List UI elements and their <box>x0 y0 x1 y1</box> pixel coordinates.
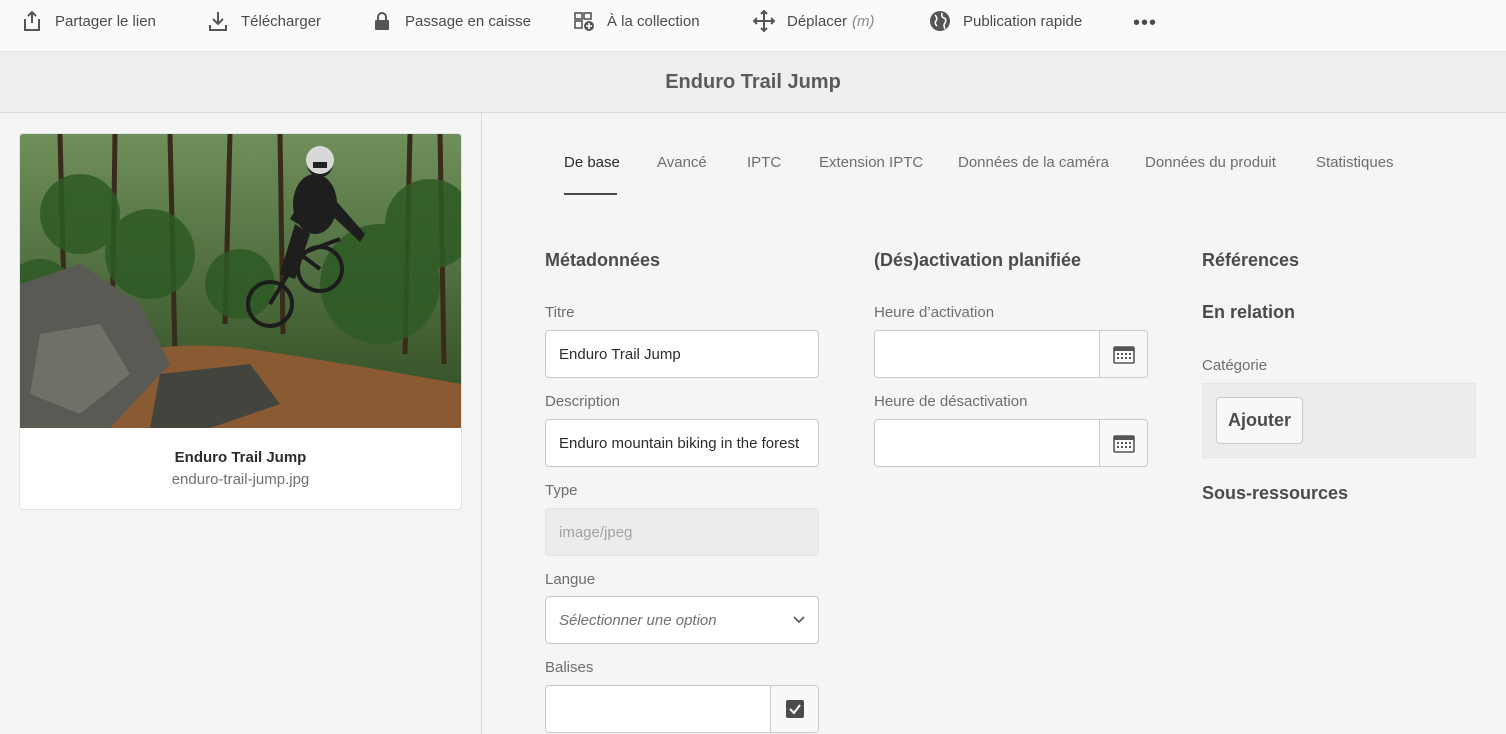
share-link-button[interactable]: Partager le lien <box>21 0 156 42</box>
more-actions-button[interactable]: ••• <box>1133 12 1157 35</box>
references-heading: Références <box>1202 250 1300 270</box>
add-to-collection-label: À la collection <box>607 12 700 30</box>
tags-field[interactable] <box>545 685 819 733</box>
language-select-placeholder: Sélectionner une option <box>559 611 717 629</box>
globe-icon <box>930 11 950 31</box>
move-label: Déplacer <box>787 12 848 30</box>
tags-input[interactable] <box>546 686 770 732</box>
language-label: Langue <box>545 571 596 588</box>
action-toolbar: Partager le lien Télécharger Passage en … <box>0 0 1506 52</box>
checkout-label: Passage en caisse <box>405 12 531 30</box>
download-icon <box>209 12 227 31</box>
move-shortcut: (m) <box>852 12 875 30</box>
add-category-button[interactable]: Ajouter <box>1216 397 1303 444</box>
share-link-label: Partager le lien <box>55 12 156 30</box>
description-field-value: Enduro mountain biking in the forest <box>559 434 800 452</box>
description-field[interactable]: Enduro mountain biking in the forest <box>545 419 819 467</box>
add-to-collection-icon <box>574 12 594 31</box>
on-time-input[interactable] <box>875 331 1099 377</box>
off-time-calendar-button[interactable] <box>1099 420 1147 466</box>
asset-card-filename: enduro-trail-jump.jpg <box>171 471 310 488</box>
tab-insights[interactable]: Statistiques <box>1316 154 1394 171</box>
type-field: image/jpeg <box>545 508 819 556</box>
off-time-field[interactable] <box>874 419 1148 467</box>
title-field-value: Enduro Trail Jump <box>559 345 681 363</box>
category-label: Catégorie <box>1202 357 1268 374</box>
category-box: Ajouter <box>1202 383 1476 458</box>
related-heading: En relation <box>1202 302 1296 322</box>
tab-product-data[interactable]: Données du produit <box>1145 154 1276 171</box>
move-icon <box>753 10 775 32</box>
add-to-collection-button[interactable]: À la collection <box>573 0 700 42</box>
subassets-heading: Sous-ressources <box>1202 483 1349 503</box>
title-field[interactable]: Enduro Trail Jump <box>545 330 819 378</box>
tab-advanced[interactable]: Avancé <box>657 154 707 171</box>
scheduling-heading: (Dés)activation planifiée <box>874 250 1082 270</box>
asset-card-title: Enduro Trail Jump <box>174 449 307 466</box>
calendar-icon <box>1112 346 1135 364</box>
lock-icon <box>375 12 389 30</box>
chevron-down-icon <box>793 616 805 624</box>
tab-iptc[interactable]: IPTC <box>747 154 781 171</box>
checkout-button[interactable]: Passage en caisse <box>371 0 531 42</box>
description-label: Description <box>545 393 621 410</box>
checkbox-icon <box>785 700 804 718</box>
on-time-calendar-button[interactable] <box>1099 331 1147 377</box>
quick-publish-button[interactable]: Publication rapide <box>929 0 1082 42</box>
asset-card[interactable]: Enduro Trail Jump enduro-trail-jump.jpg <box>19 133 462 510</box>
type-label: Type <box>545 482 578 499</box>
asset-thumbnail <box>20 134 461 428</box>
type-field-value: image/jpeg <box>559 523 633 541</box>
download-button[interactable]: Télécharger <box>207 0 321 42</box>
tab-basic[interactable]: De base <box>564 154 620 171</box>
metadata-heading: Métadonnées <box>545 250 661 270</box>
language-select[interactable]: Sélectionner une option <box>545 596 819 644</box>
tags-picker-button[interactable] <box>770 686 818 732</box>
off-time-label: Heure de désactivation <box>874 393 1028 410</box>
page-title: Enduro Trail Jump <box>665 70 841 93</box>
off-time-input[interactable] <box>875 420 1099 466</box>
properties-tabs: De base Avancé IPTC Extension IPTC Donné… <box>483 113 1506 195</box>
active-tab-indicator <box>564 193 617 195</box>
properties-panel: De base Avancé IPTC Extension IPTC Donné… <box>483 113 1506 734</box>
asset-preview-panel: Enduro Trail Jump enduro-trail-jump.jpg <box>0 113 482 734</box>
title-bar: Enduro Trail Jump <box>0 52 1506 113</box>
share-icon <box>24 10 40 31</box>
title-label: Titre <box>545 304 575 321</box>
download-label: Télécharger <box>241 12 322 30</box>
tags-label: Balises <box>545 659 594 676</box>
tab-iptc-extension[interactable]: Extension IPTC <box>819 154 923 171</box>
on-time-label: Heure d’activation <box>874 304 995 321</box>
tab-camera-data[interactable]: Données de la caméra <box>958 154 1109 171</box>
move-button[interactable]: Déplacer (m) <box>753 0 875 42</box>
quick-publish-label: Publication rapide <box>963 12 1083 30</box>
on-time-field[interactable] <box>874 330 1148 378</box>
calendar-icon <box>1112 435 1135 453</box>
